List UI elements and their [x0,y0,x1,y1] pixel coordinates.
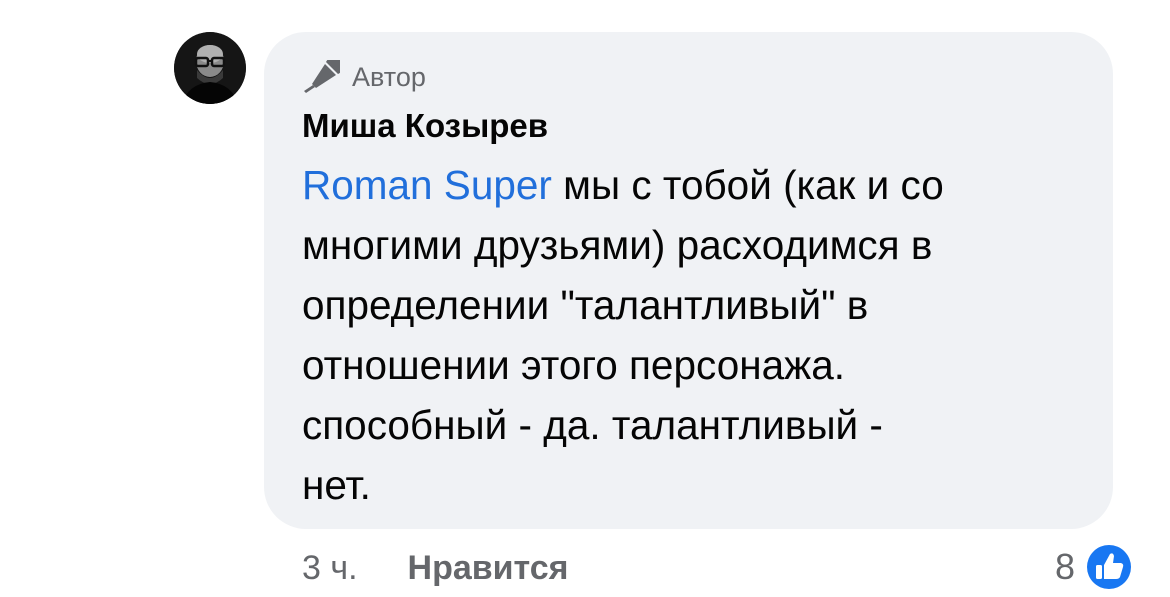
mention-link[interactable]: Roman Super [302,162,552,208]
comment-line-2: многими друзьями) расходимся в [302,222,933,268]
like-thumb-icon [1085,543,1133,591]
microphone-icon [304,60,340,93]
comment-line-5: способный - да. талантливый - [302,402,883,448]
reactions-summary[interactable]: 8 [1055,541,1135,593]
like-button[interactable]: Нравится [408,549,569,588]
comment-line-6: нет. [302,462,371,508]
comment-container: Автор Миша Козырев Roman Super мы с тобо… [0,0,1170,597]
avatar-photo [174,32,246,104]
author-badge-label: Автор [352,61,426,92]
comment-text: Roman Super мы с тобой (как и со многими… [302,155,1092,515]
author-badge: Автор [302,57,426,97]
comment-line-4: отношении этого персонажа. [302,342,845,388]
comment-actions: 3 ч. Нравится [302,545,569,591]
comment-line-1-text: мы с тобой (как и со [551,162,944,208]
comment-line-1: Roman Super мы с тобой (как и со [302,155,1092,215]
reaction-count: 8 [1054,546,1075,587]
comment-line-3: определении "талантливый" в [302,282,869,328]
comment-timestamp[interactable]: 3 ч. [302,549,358,588]
avatar[interactable] [174,32,246,104]
author-name[interactable]: Миша Козырев [302,104,548,148]
